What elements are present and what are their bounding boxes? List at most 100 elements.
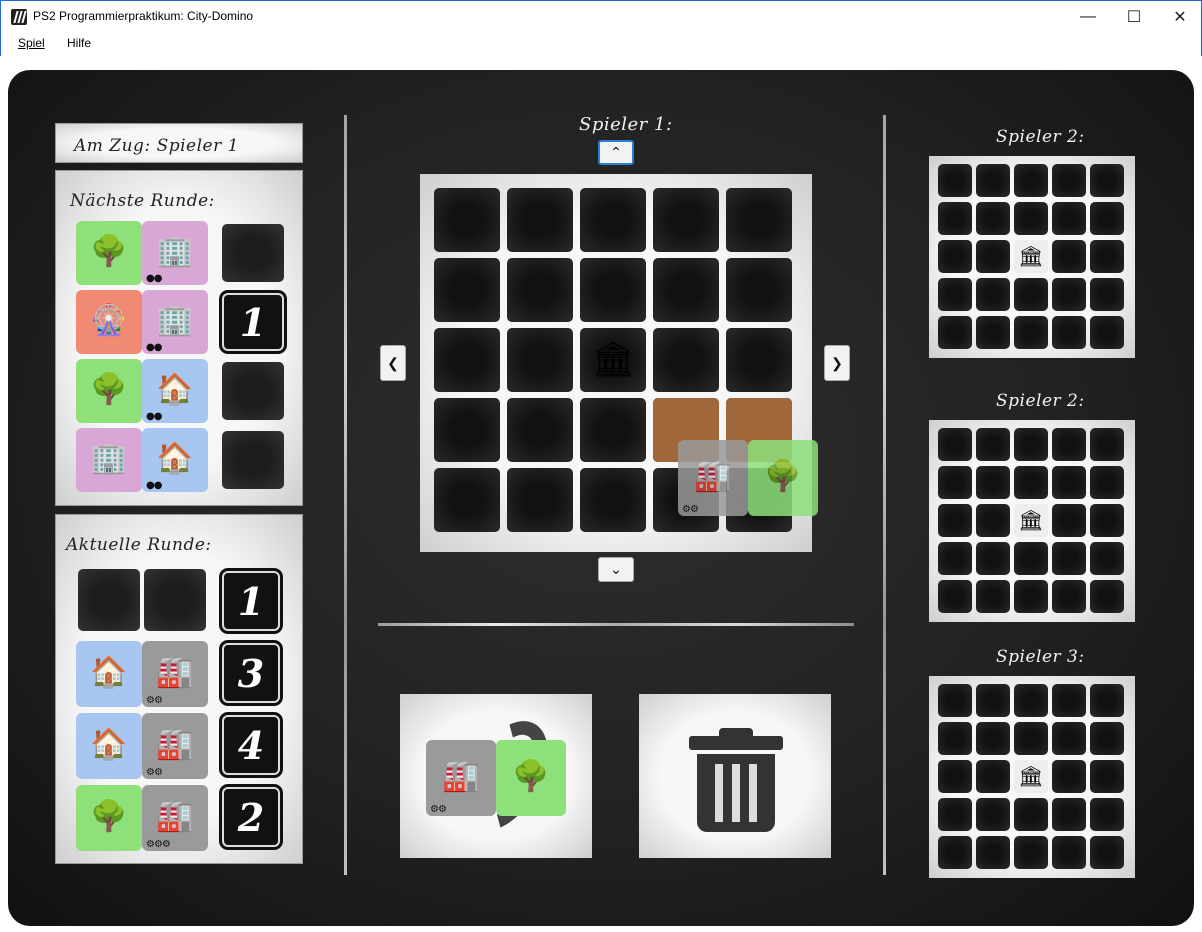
side-board-cell	[1052, 542, 1086, 575]
side-board-cell	[938, 316, 972, 349]
board-cell[interactable]	[434, 258, 500, 322]
menubar: Spiel Hilfe	[0, 32, 1202, 56]
menu-hilfe[interactable]: Hilfe	[67, 36, 91, 50]
scroll-up-button[interactable]: ⌃	[598, 140, 634, 165]
trash-panel[interactable]	[639, 694, 831, 858]
scroll-left-button[interactable]: ❮	[380, 345, 406, 381]
park-tile[interactable]: 🌳	[748, 440, 818, 516]
board-cell[interactable]	[507, 328, 573, 392]
crown-count: ⚙⚙	[682, 504, 699, 515]
side-board-cell	[976, 278, 1010, 311]
office-tile[interactable]: 🏢	[76, 428, 142, 492]
board-cell[interactable]	[580, 398, 646, 462]
minimize-button[interactable]: —	[1065, 1, 1111, 32]
side-board-cell	[1090, 542, 1124, 575]
number-tile: 2	[222, 787, 280, 847]
rotate-domino[interactable]: 🏭 ⚙⚙ 🌳	[426, 740, 568, 816]
industry-tile[interactable]: 🏭 ⚙⚙	[142, 641, 208, 707]
side-board-cell	[1052, 580, 1086, 613]
side-label-2: Spieler 2:	[996, 391, 1085, 411]
factory-icon: 🏭	[156, 655, 194, 689]
board-cell[interactable]	[507, 468, 573, 532]
side-board-cell	[1014, 836, 1048, 869]
window-title: PS2 Programmierpraktikum: City-Domino	[33, 9, 254, 23]
side-board-cell	[1090, 684, 1124, 717]
board-cell[interactable]	[653, 188, 719, 252]
factory-icon: 🏭	[442, 759, 480, 793]
side-board-cell	[938, 428, 972, 461]
number-tile: 3	[222, 643, 280, 703]
side-board-cell	[938, 684, 972, 717]
side-board-cell	[976, 428, 1010, 461]
chevron-up-icon: ⌃	[610, 144, 622, 160]
app-icon	[11, 9, 27, 25]
office-tile[interactable]: 🏢 ●●	[142, 221, 208, 285]
side-board-cell	[1052, 316, 1086, 349]
side-board-cell	[976, 722, 1010, 755]
turn-label: Am Zug: Spieler 1	[74, 136, 239, 156]
board-cell[interactable]	[726, 258, 792, 322]
side-board-cell	[1090, 760, 1124, 793]
fun-tile[interactable]: 🎡	[76, 290, 142, 354]
board-cell[interactable]	[434, 328, 500, 392]
board-cell[interactable]	[726, 188, 792, 252]
board-cell[interactable]	[434, 398, 500, 462]
menu-spiel[interactable]: Spiel	[18, 36, 45, 50]
board-cell[interactable]	[507, 258, 573, 322]
board-cell[interactable]	[434, 468, 500, 532]
park-tile[interactable]: 🌳	[76, 785, 142, 851]
board-cell[interactable]	[507, 188, 573, 252]
castle-icon: 🏛	[1014, 240, 1048, 273]
side-board-cell	[1052, 504, 1086, 537]
factory-icon: 🏭	[694, 459, 732, 493]
side-board-cell	[976, 760, 1010, 793]
scroll-right-button[interactable]: ❯	[824, 345, 850, 381]
scroll-down-button[interactable]: ⌄	[598, 557, 634, 582]
side-board-cell	[1090, 722, 1124, 755]
board-cell[interactable]	[434, 188, 500, 252]
office-tile[interactable]: 🏢 ●●	[142, 290, 208, 354]
game-board: Am Zug: Spieler 1 Nächste Runde: 🌳 🏢 ●● 🎡 🏢 ●…	[8, 70, 1194, 926]
side-board-cell	[1090, 164, 1124, 197]
board-cell[interactable]	[580, 468, 646, 532]
park-tile[interactable]: 🌳	[76, 221, 142, 285]
house-tile[interactable]: 🏠	[76, 713, 142, 779]
side-label-3: Spieler 3:	[996, 647, 1085, 667]
industry-tile[interactable]: 🏭 ⚙⚙⚙	[142, 785, 208, 851]
side-board-cell	[938, 504, 972, 537]
side-board-cell	[976, 542, 1010, 575]
house-tile[interactable]: 🏠 ●●	[142, 359, 208, 423]
main-player-label: Spieler 1:	[579, 114, 673, 135]
chevron-left-icon: ❮	[387, 354, 399, 371]
park-tile[interactable]: 🌳	[76, 359, 142, 423]
crown-count: ●●	[146, 411, 162, 422]
chevron-right-icon: ❯	[831, 354, 843, 371]
park-tile[interactable]: 🌳	[496, 740, 566, 816]
divider-left	[344, 115, 347, 875]
side-board-cell	[1090, 428, 1124, 461]
house-icon: 🏠	[156, 441, 194, 475]
industry-tile[interactable]: 🏭 ⚙⚙	[426, 740, 496, 816]
board-cell[interactable]	[726, 328, 792, 392]
board-cell[interactable]	[653, 258, 719, 322]
empty-slot	[222, 362, 284, 420]
close-button[interactable]: ✕	[1157, 1, 1202, 32]
side-board-cell	[1052, 164, 1086, 197]
maximize-button[interactable]: ☐	[1111, 1, 1157, 32]
trash-icon[interactable]	[689, 728, 783, 832]
side-board-cell	[976, 798, 1010, 831]
industry-tile[interactable]: 🏭 ⚙⚙	[142, 713, 208, 779]
side-grid-3: 🏛	[938, 684, 1126, 870]
board-cell[interactable]	[580, 258, 646, 322]
industry-tile[interactable]: 🏭 ⚙⚙	[678, 440, 748, 516]
side-board-cell	[938, 240, 972, 273]
side-board-cell	[1052, 466, 1086, 499]
board-cell[interactable]	[653, 328, 719, 392]
house-tile[interactable]: 🏠 ●●	[142, 428, 208, 492]
crown-count: ●●	[146, 273, 162, 284]
house-icon: 🏠	[90, 727, 128, 761]
board-cell[interactable]	[507, 398, 573, 462]
side-grid-2: 🏛	[938, 428, 1126, 614]
house-tile[interactable]: 🏠	[76, 641, 142, 707]
board-cell[interactable]	[580, 188, 646, 252]
